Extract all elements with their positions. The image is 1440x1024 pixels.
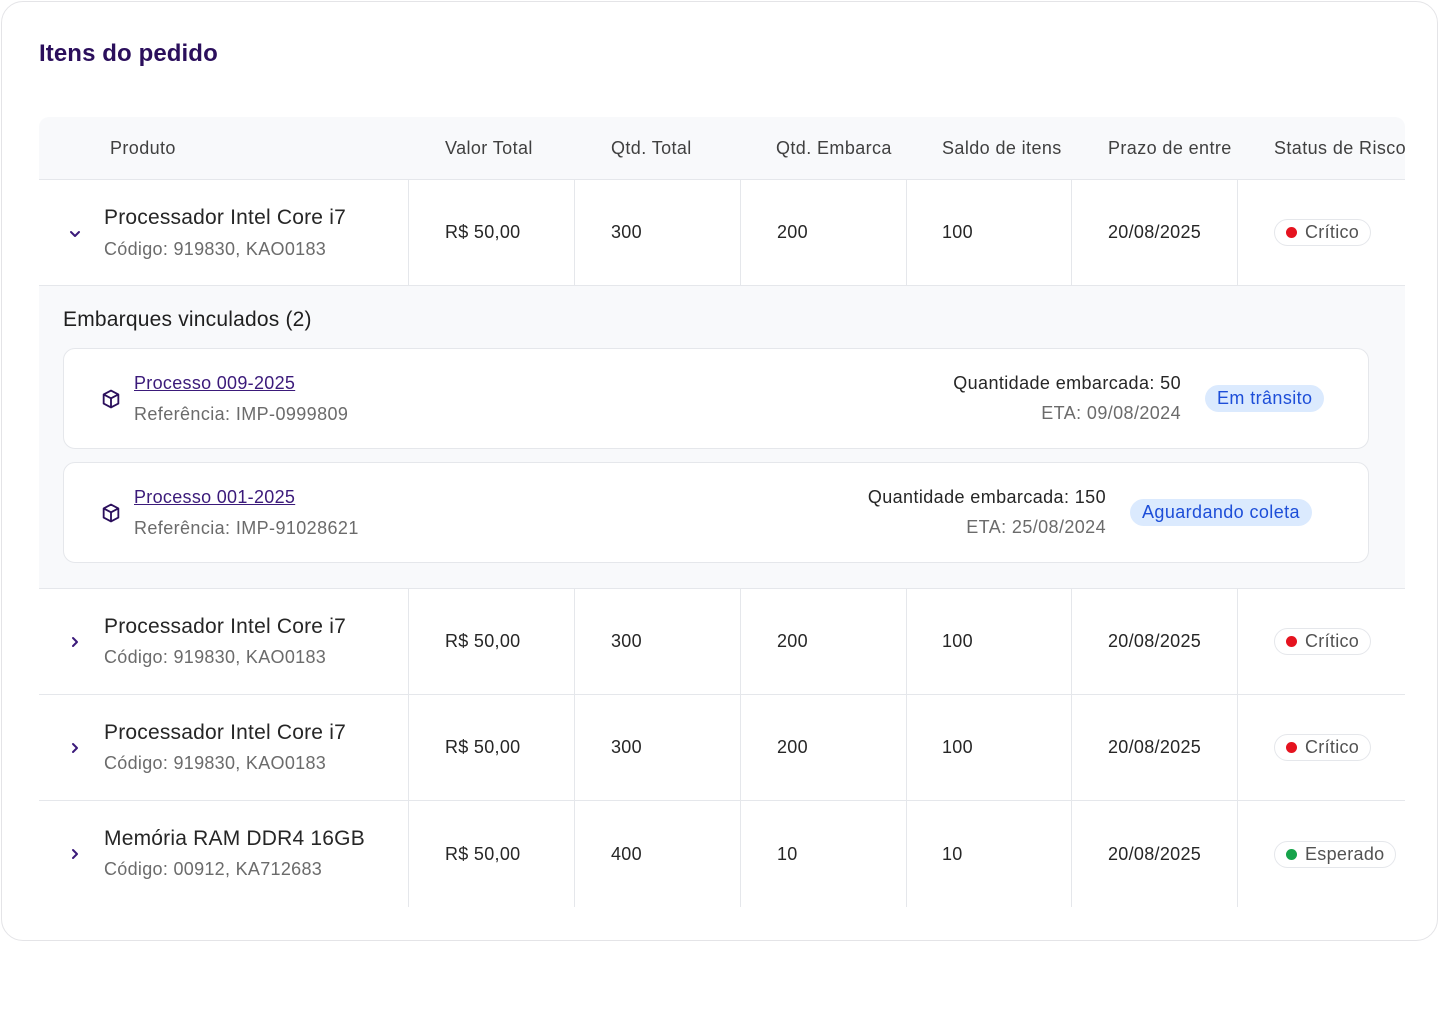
dot-icon (1286, 227, 1297, 238)
cell-status: Crítico (1237, 695, 1405, 800)
product-code: Código: 919830, KAO0183 (104, 753, 327, 773)
process-reference: Referência: IMP-0999809 (134, 404, 349, 424)
column-header-valor-total: Valor Total (445, 138, 533, 158)
status-label: Crítico (1305, 737, 1360, 757)
product-code: Código: 00912, KA712683 (104, 859, 323, 879)
column-header-status: Status de Risco (1274, 138, 1405, 158)
cell-value: 200 (777, 631, 808, 651)
table-row[interactable]: Processador Intel Core i7 Código: 919830… (39, 180, 1405, 286)
cell-prazo: 20/08/2025 (1071, 589, 1237, 694)
cell-value: 400 (611, 843, 642, 864)
cell-value: 20/08/2025 (1108, 631, 1202, 651)
box-icon (102, 389, 120, 409)
status-label: Crítico (1305, 222, 1360, 242)
status-label: Crítico (1305, 631, 1360, 651)
cell-saldo: 100 (906, 589, 1072, 694)
status-badge: Crítico (1274, 734, 1372, 761)
cell-value: R$ 50,00 (445, 737, 521, 757)
chevron-right-icon[interactable] (65, 844, 85, 864)
cell-qtd-total: 300 (574, 589, 740, 694)
dot-icon (1286, 636, 1297, 647)
cell-status: Esperado (1237, 801, 1405, 907)
shipment-status-badge: Aguardando coleta (1130, 499, 1312, 526)
column-header-qtd-total: Qtd. Total (611, 138, 692, 158)
cell-value: R$ 50,00 (445, 222, 521, 242)
cell-valor-total: R$ 50,00 (408, 801, 574, 907)
cell-value: 20/08/2025 (1108, 222, 1202, 242)
shipment-eta: ETA: 09/08/2024 (1041, 403, 1181, 423)
dot-icon (1286, 742, 1297, 753)
cell-value: R$ 50,00 (445, 843, 521, 864)
cell-value: 100 (942, 631, 973, 651)
shipment-status-badge: Em trânsito (1205, 385, 1325, 412)
shipment-eta: ETA: 25/08/2024 (966, 517, 1106, 537)
shipped-quantity: Quantidade embarcada: 50 (953, 373, 1181, 393)
cell-qtd-embarcada: 200 (740, 695, 906, 800)
process-reference: Referência: IMP-91028621 (134, 518, 359, 538)
cell-value: 10 (777, 843, 798, 864)
cell-qtd-total: 300 (574, 180, 740, 285)
cell-qtd-embarcada: 10 (740, 801, 906, 907)
cell-qtd-total: 400 (574, 801, 740, 907)
cell-value: 20/08/2025 (1108, 737, 1202, 757)
cell-valor-total: R$ 50,00 (408, 695, 574, 800)
cell-value: 200 (777, 222, 808, 242)
order-items-card: Itens do pedido Produto Valor Total Qtd.… (1, 1, 1438, 941)
process-link[interactable]: Processo 009-2025 (134, 373, 295, 394)
shipment-card: Processo 001-2025 Referência: IMP-910286… (63, 462, 1369, 563)
status-badge: Crítico (1274, 628, 1372, 655)
box-icon (102, 503, 120, 523)
chevron-right-icon[interactable] (65, 632, 85, 652)
page-title: Itens do pedido (39, 40, 218, 67)
linked-shipments-title: Embarques vinculados (2) (63, 308, 312, 331)
product-name: Processador Intel Core i7 (104, 615, 346, 638)
cell-qtd-total: 300 (574, 695, 740, 800)
cell-value: 300 (611, 737, 642, 757)
cell-prazo: 20/08/2025 (1071, 180, 1237, 285)
chevron-down-icon[interactable] (65, 224, 85, 244)
linked-shipments-panel: Embarques vinculados (2) Processo 009-20… (39, 286, 1405, 589)
cell-value: 20/08/2025 (1108, 843, 1202, 864)
cell-prazo: 20/08/2025 (1071, 695, 1237, 800)
table-header: Produto Valor Total Qtd. Total Qtd. Emba… (39, 117, 1405, 180)
cell-status: Crítico (1237, 180, 1405, 285)
cell-qtd-embarcada: 200 (740, 180, 906, 285)
table-row[interactable]: Memória RAM DDR4 16GB Código: 00912, KA7… (39, 801, 1405, 907)
column-header-produto: Produto (110, 138, 176, 158)
process-link[interactable]: Processo 001-2025 (134, 487, 295, 508)
column-header-qtd-embarcada: Qtd. Embarca (776, 138, 892, 158)
cell-saldo: 100 (906, 180, 1072, 285)
shipped-quantity: Quantidade embarcada: 150 (867, 487, 1106, 507)
order-items-table: Produto Valor Total Qtd. Total Qtd. Emba… (39, 117, 1405, 907)
cell-prazo: 20/08/2025 (1071, 801, 1237, 907)
product-code: Código: 919830, KAO0183 (104, 647, 327, 667)
product-code: Código: 919830, KAO0183 (104, 239, 327, 259)
cell-value: 10 (942, 843, 963, 864)
product-name: Processador Intel Core i7 (104, 206, 346, 229)
cell-status: Crítico (1237, 589, 1405, 694)
cell-saldo: 100 (906, 695, 1072, 800)
chevron-right-icon[interactable] (65, 738, 85, 758)
status-label: Esperado (1305, 843, 1385, 864)
column-header-prazo: Prazo de entre (1108, 138, 1232, 158)
cell-value: 100 (942, 222, 973, 242)
cell-value: 100 (942, 737, 973, 757)
dot-icon (1286, 848, 1297, 860)
shipment-card: Processo 009-2025 Referência: IMP-099980… (63, 348, 1369, 449)
cell-value: 300 (611, 222, 642, 242)
cell-value: 200 (777, 737, 808, 757)
cell-qtd-embarcada: 200 (740, 589, 906, 694)
cell-saldo: 10 (906, 801, 1072, 907)
cell-value: R$ 50,00 (445, 631, 521, 651)
table-row[interactable]: Processador Intel Core i7 Código: 919830… (39, 589, 1405, 695)
table-row[interactable]: Processador Intel Core i7 Código: 919830… (39, 695, 1405, 801)
cell-valor-total: R$ 50,00 (408, 589, 574, 694)
status-badge: Crítico (1274, 219, 1372, 246)
cell-valor-total: R$ 50,00 (408, 180, 574, 285)
status-badge: Esperado (1274, 840, 1397, 868)
cell-value: 300 (611, 631, 642, 651)
product-name: Processador Intel Core i7 (104, 721, 346, 744)
product-name: Memória RAM DDR4 16GB (104, 827, 365, 850)
column-header-saldo: Saldo de itens (942, 138, 1062, 158)
